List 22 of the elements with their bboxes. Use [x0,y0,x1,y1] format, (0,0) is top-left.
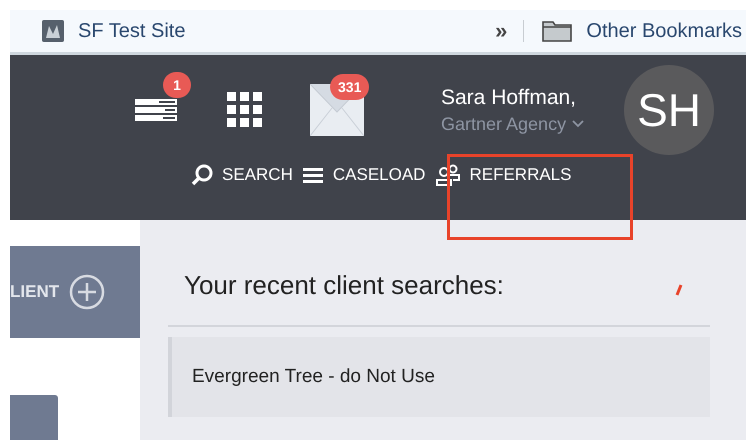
people-icon [435,163,462,187]
plus-circle-icon [69,274,106,310]
nav-link[interactable]: CASELOAD [302,165,426,185]
user-avatar[interactable]: SH [624,65,714,155]
menu-icon [302,166,325,184]
nav-link[interactable]: REFERRALS [435,163,572,187]
section-title: Your recent client searches: [184,270,504,301]
nav-link[interactable]: SEARCH [190,163,293,187]
search-icon [190,163,214,187]
apps-grid-icon[interactable] [227,92,263,128]
user-name: Sara Hoffman, [441,86,578,110]
bookmark-link[interactable]: SF Test Site [42,20,186,42]
notification-badge: 1 [163,72,191,98]
recent-search-item[interactable]: Evergreen Tree - do Not Use [168,337,710,417]
site-icon [42,20,64,42]
other-bookmarks-link[interactable]: Other Bookmarks [542,20,742,42]
annotation-mark [675,284,683,296]
overflow-button[interactable]: » [495,18,508,44]
message-count-badge: 331 [330,74,370,100]
chevron-down-icon [572,120,584,128]
folder-icon [542,20,572,42]
notifications-button[interactable] [135,99,177,121]
